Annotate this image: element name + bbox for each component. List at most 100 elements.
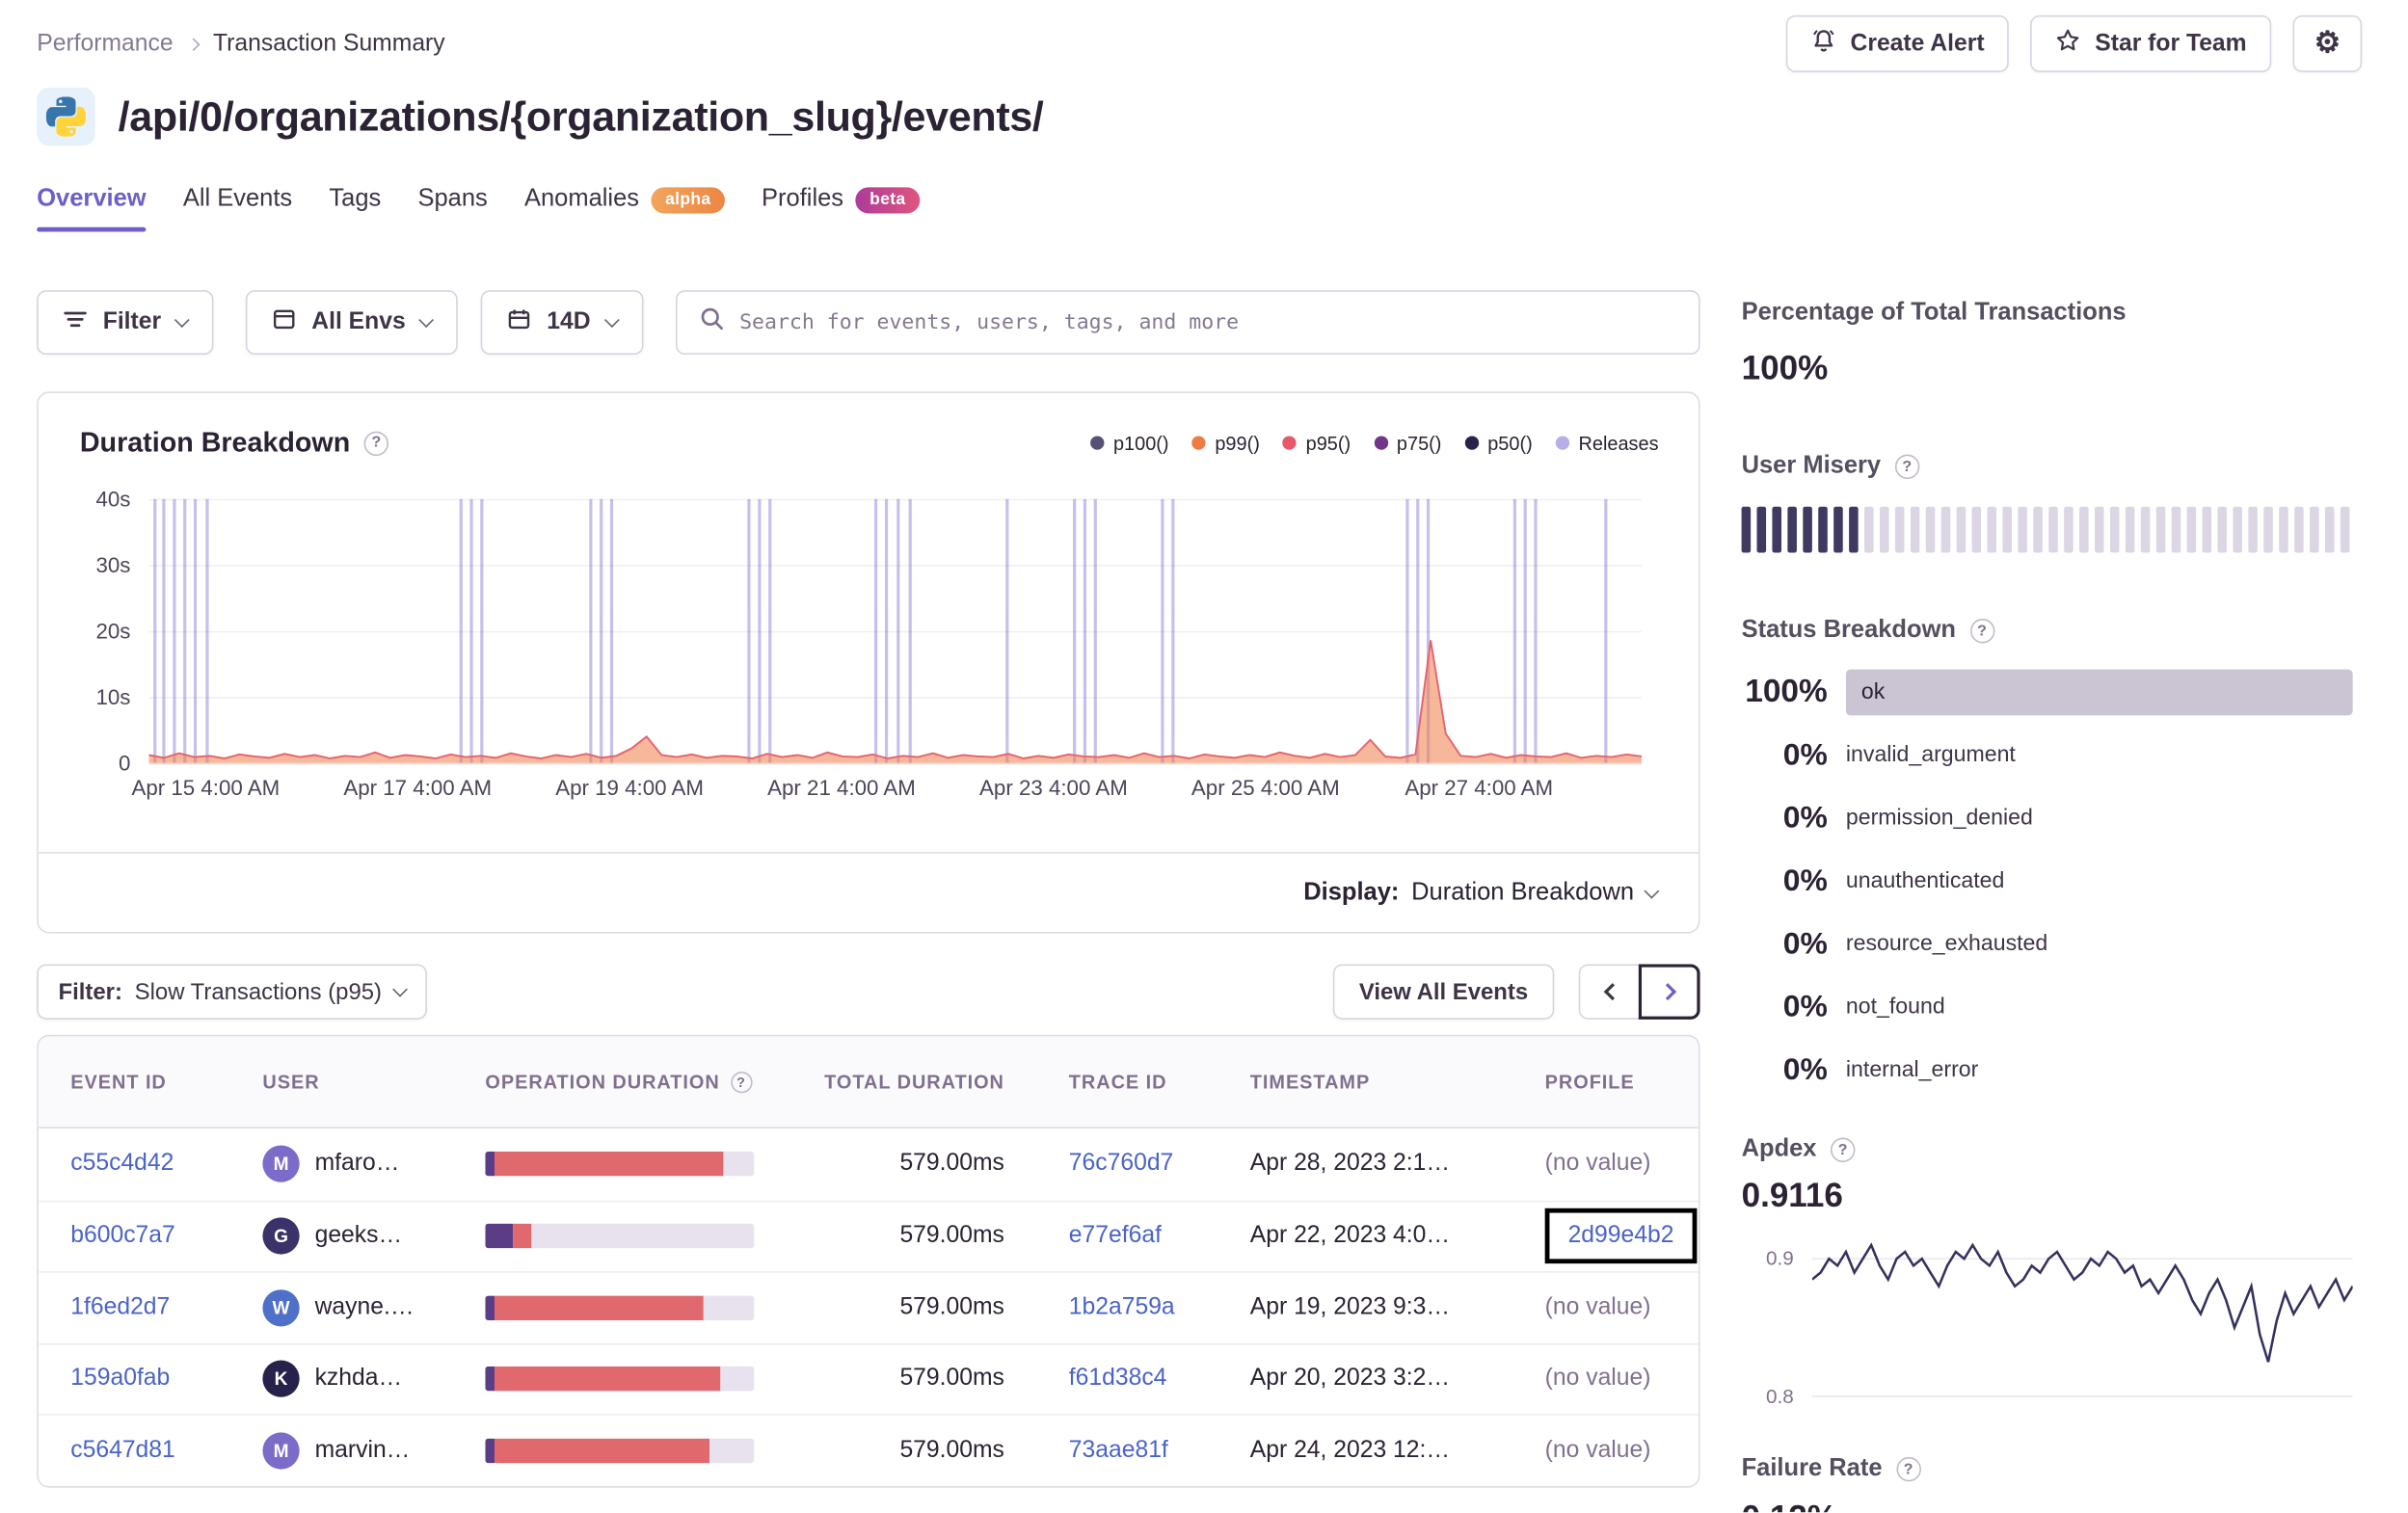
search-input[interactable] — [739, 309, 1677, 335]
events-table: EVENT ID USER OPERATION DURATION? TOTAL … — [37, 1034, 1700, 1487]
legend-p95[interactable]: p95() — [1282, 432, 1351, 454]
legend-p99[interactable]: p99() — [1191, 432, 1260, 454]
filter-lines-icon — [63, 306, 87, 338]
breadcrumb-performance[interactable]: Performance — [37, 30, 173, 58]
col-operation-duration: OPERATION DURATION? — [485, 1071, 816, 1093]
event-id-link[interactable]: c55c4d42 — [70, 1151, 174, 1177]
main-column: Filter All Envs 14D Search for events, u… — [37, 290, 1700, 1512]
next-page-button[interactable] — [1638, 964, 1700, 1020]
tab-spans[interactable]: Spans — [417, 186, 487, 232]
beta-badge: beta — [855, 186, 920, 213]
avatar: M — [262, 1431, 300, 1470]
pagination — [1578, 964, 1700, 1020]
python-project-icon — [37, 87, 95, 146]
filter-dropdown[interactable]: Filter — [37, 290, 214, 356]
trace-id-link[interactable]: e77ef6af — [1069, 1223, 1162, 1249]
help-icon[interactable]: ? — [363, 430, 389, 456]
apdex-y-tick: 0.9 — [1765, 1246, 1794, 1270]
event-id-link[interactable]: b600c7a7 — [70, 1223, 174, 1249]
chevron-right-icon — [186, 37, 201, 51]
avatar: W — [262, 1288, 300, 1327]
chevron-down-icon — [603, 312, 619, 329]
alpha-badge: alpha — [651, 186, 725, 213]
settings-button[interactable]: ⚙ — [2292, 14, 2363, 72]
star-for-team-button[interactable]: Star for Team — [2030, 14, 2272, 72]
tab-all-events[interactable]: All Events — [183, 186, 292, 232]
user-name: marvin… — [314, 1436, 411, 1463]
event-id-link[interactable]: 159a0fab — [70, 1366, 170, 1392]
page-title: /api/0/organizations/{organization_slug}… — [118, 93, 1044, 140]
x-tick: Apr 27 4:00 AM — [1405, 775, 1554, 801]
y-tick: 0 — [118, 751, 131, 776]
chart-legend: p100() p99() p95() p75() p50() Releases — [1090, 432, 1659, 454]
create-alert-button[interactable]: Create Alert — [1785, 14, 2010, 72]
transactions-filter-dropdown[interactable]: Filter: Slow Transactions (p95) — [37, 964, 427, 1020]
tab-overview[interactable]: Overview — [37, 186, 147, 232]
gear-icon: ⚙ — [2314, 27, 2341, 61]
user-misery-section: User Misery? — [1741, 453, 2353, 553]
user-name: kzhda… — [314, 1365, 403, 1392]
table-header-row: EVENT ID USER OPERATION DURATION? TOTAL … — [38, 1036, 1699, 1128]
x-tick: Apr 17 4:00 AM — [343, 775, 493, 801]
avatar: M — [262, 1145, 300, 1183]
view-all-events-button[interactable]: View All Events — [1332, 964, 1555, 1020]
date-range-dropdown[interactable]: 14D — [480, 290, 643, 356]
y-tick: 20s — [95, 619, 131, 644]
trace-id-link[interactable]: 1b2a759a — [1069, 1294, 1175, 1320]
create-alert-label: Create Alert — [1850, 30, 1985, 57]
display-dropdown[interactable]: Duration Breakdown — [1411, 879, 1634, 907]
help-icon[interactable]: ? — [730, 1071, 753, 1093]
apdex-value: 0.9116 — [1741, 1176, 1843, 1215]
total-duration: 579.00ms — [899, 1293, 1004, 1320]
x-tick: Apr 15 4:00 AM — [131, 775, 281, 801]
legend-p100[interactable]: p100() — [1090, 432, 1169, 454]
star-icon — [2055, 27, 2081, 61]
trace-id-link[interactable]: f61d38c4 — [1069, 1366, 1167, 1392]
operation-duration-bar — [485, 1295, 755, 1320]
help-icon[interactable]: ? — [1969, 619, 1994, 644]
help-icon[interactable]: ? — [1895, 1456, 1921, 1482]
x-tick: Apr 19 4:00 AM — [555, 775, 705, 801]
legend-p75[interactable]: p75() — [1374, 432, 1441, 454]
event-id-link[interactable]: c5647d81 — [70, 1437, 174, 1463]
breadcrumb: Performance Transaction Summary — [37, 30, 444, 58]
avatar: G — [262, 1217, 300, 1255]
total-duration: 579.00ms — [899, 1365, 1004, 1392]
chevron-down-icon — [391, 981, 408, 997]
profile-value: (no value) — [1544, 1150, 1651, 1177]
status-row: 0% internal_error — [1782, 1052, 1979, 1087]
event-id-link[interactable]: 1f6ed2d7 — [70, 1294, 170, 1320]
status-row: 0% permission_denied — [1782, 800, 2033, 835]
trace-id-link[interactable]: 76c760d7 — [1069, 1151, 1173, 1177]
table-row: b600c7a7 Ggeeks… 579.00ms e77ef6af Apr 2… — [38, 1200, 1699, 1271]
legend-releases[interactable]: Releases — [1555, 432, 1659, 454]
trace-id-link[interactable]: 73aae81f — [1069, 1437, 1168, 1463]
apdex-section: Apdex? 0.9116 0.9 0.8 — [1742, 1136, 2353, 1413]
summary-sidebar: Percentage of Total Transactions 100% Us… — [1741, 290, 2353, 1512]
legend-p50[interactable]: p50() — [1464, 432, 1533, 454]
table-row: c5647d81 Mmarvin… 579.00ms 73aae81f Apr … — [38, 1414, 1699, 1485]
tab-anomalies[interactable]: Anomalies alpha — [524, 186, 725, 232]
tab-tags[interactable]: Tags — [329, 186, 381, 232]
operation-duration-bar — [485, 1367, 755, 1392]
failure-rate-value: 0.12% — [1742, 1499, 2353, 1512]
tab-profiles[interactable]: Profiles beta — [762, 186, 920, 232]
environment-dropdown[interactable]: All Envs — [245, 290, 458, 356]
profile-link[interactable]: 2d99e4b2 — [1568, 1223, 1674, 1249]
status-list: 100% ok 0% invalid_argument 0% permissio… — [1742, 669, 2353, 1094]
total-duration: 579.00ms — [899, 1222, 1004, 1249]
chevron-right-icon — [1658, 983, 1676, 1001]
help-icon[interactable]: ? — [1830, 1137, 1856, 1162]
chevron-down-icon — [174, 312, 190, 329]
previous-page-button[interactable] — [1578, 964, 1641, 1020]
star-for-team-label: Star for Team — [2095, 30, 2247, 57]
help-icon[interactable]: ? — [1894, 454, 1919, 480]
duration-series-svg — [148, 498, 1643, 763]
chevron-left-icon — [1602, 983, 1620, 1001]
search-icon — [698, 305, 724, 339]
title-row: /api/0/organizations/{organization_slug}… — [0, 72, 2408, 146]
col-profile: PROFILE — [1544, 1071, 1635, 1093]
chevron-down-icon[interactable] — [1644, 883, 1660, 898]
profile-value: (no value) — [1544, 1365, 1651, 1392]
events-toolbar: Filter: Slow Transactions (p95) View All… — [37, 964, 1700, 1020]
